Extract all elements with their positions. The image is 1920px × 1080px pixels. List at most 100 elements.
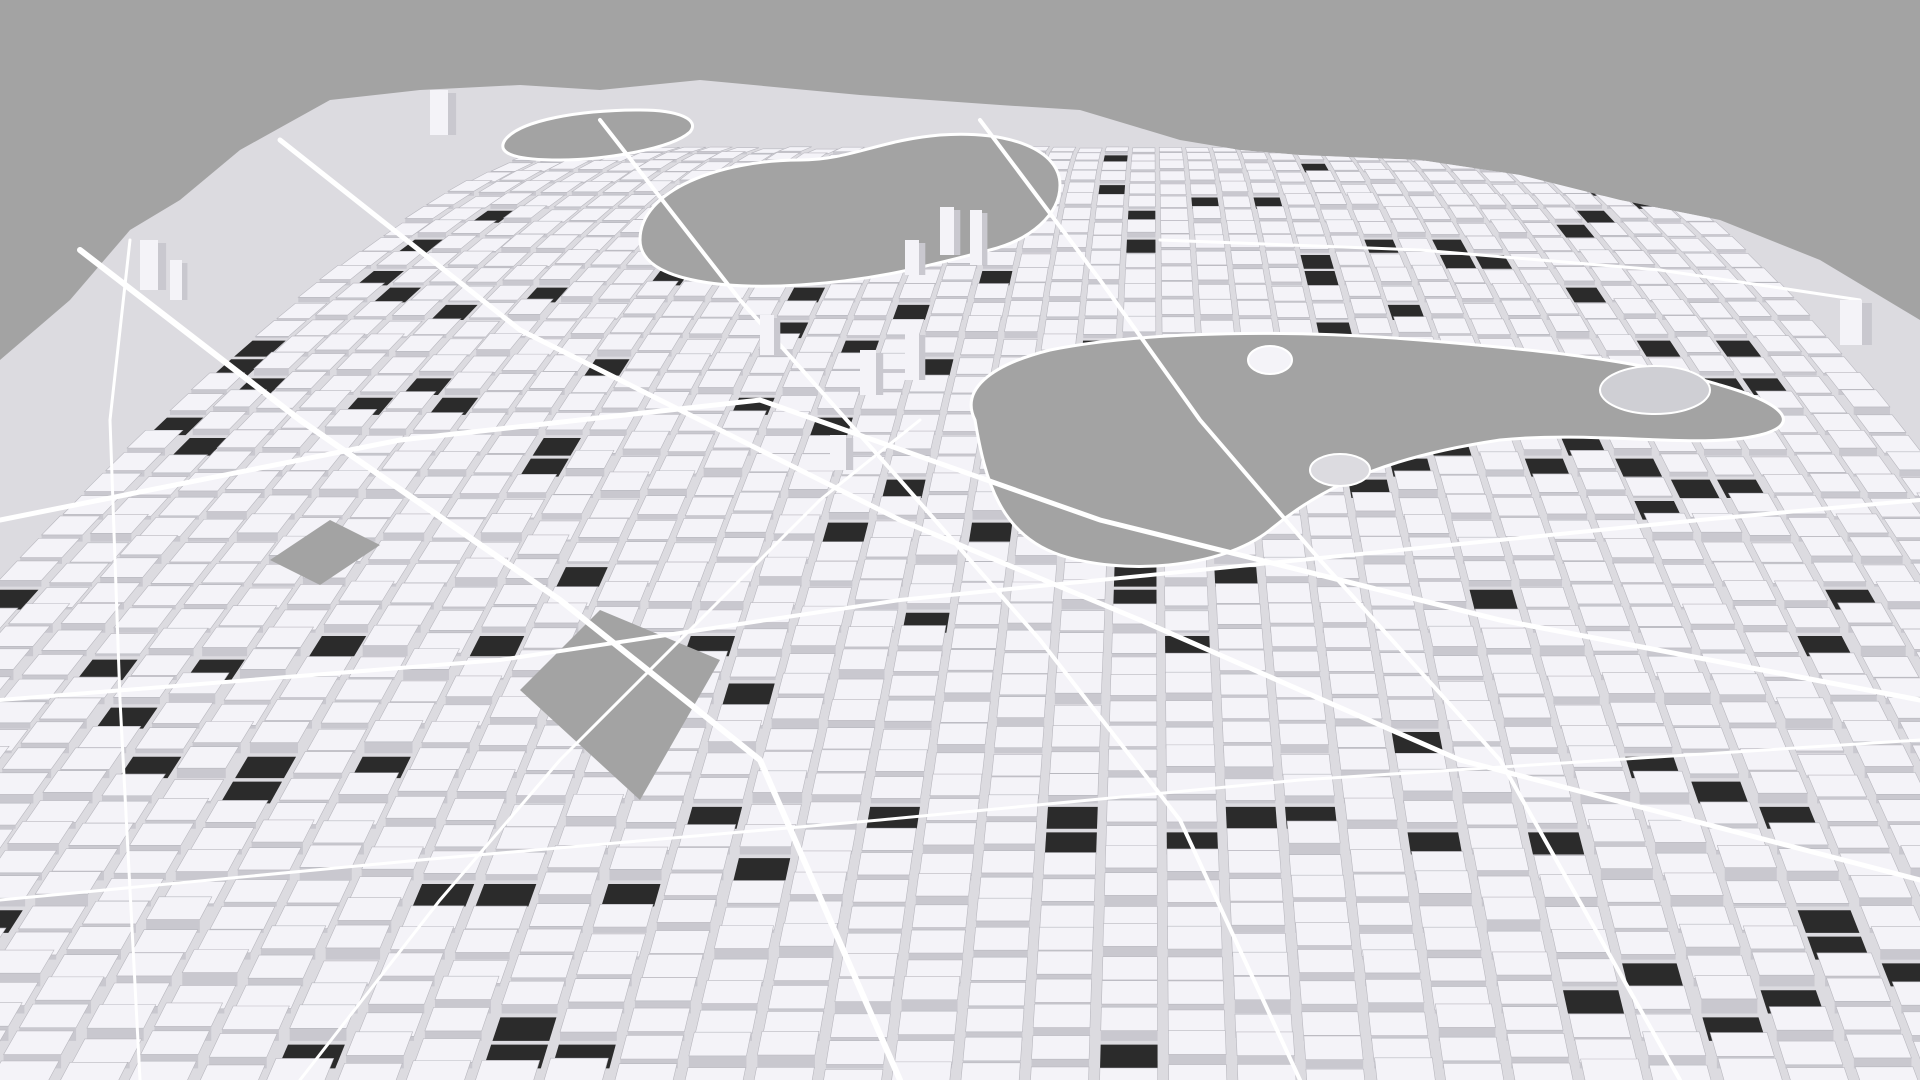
building-roof bbox=[1486, 475, 1533, 495]
building-roof bbox=[663, 872, 723, 896]
building-roof bbox=[1226, 828, 1280, 851]
building-roof bbox=[752, 770, 808, 793]
building-roof bbox=[973, 283, 1010, 299]
building-roof bbox=[1047, 773, 1099, 796]
building-roof bbox=[1158, 146, 1183, 153]
building-roof bbox=[1612, 562, 1664, 583]
building-side bbox=[1217, 168, 1243, 173]
building-roof bbox=[1586, 495, 1636, 515]
building-roof bbox=[1312, 302, 1349, 319]
building-side bbox=[1225, 800, 1276, 804]
building-side bbox=[1164, 577, 1208, 587]
building-roof bbox=[692, 777, 750, 800]
building-roof bbox=[713, 925, 774, 949]
building-roof bbox=[1004, 315, 1041, 332]
building-roof bbox=[1860, 905, 1920, 929]
building-roof bbox=[1213, 152, 1240, 161]
building-roof bbox=[941, 265, 977, 281]
building-roof bbox=[1046, 301, 1081, 318]
building-side bbox=[392, 315, 425, 321]
building-side bbox=[1757, 793, 1808, 804]
building-roof bbox=[609, 846, 669, 870]
building-side bbox=[1346, 819, 1398, 829]
building-roof bbox=[1482, 896, 1541, 921]
building-roof bbox=[528, 903, 591, 927]
building-roof bbox=[627, 1007, 691, 1032]
building-roof bbox=[1128, 182, 1156, 195]
building-roof bbox=[1807, 774, 1868, 798]
building-roof bbox=[1111, 632, 1157, 654]
building-roof bbox=[983, 821, 1037, 845]
building-roof bbox=[1358, 221, 1393, 235]
city-3d-map[interactable] bbox=[0, 0, 1920, 1080]
building-roof bbox=[1099, 170, 1127, 181]
building-roof bbox=[1849, 875, 1913, 899]
building-side bbox=[113, 627, 158, 633]
building-roof bbox=[1189, 183, 1218, 195]
building-roof bbox=[1104, 845, 1158, 869]
building-roof bbox=[1553, 704, 1608, 727]
building-side bbox=[1647, 249, 1677, 253]
building-roof bbox=[1188, 169, 1216, 181]
building-roof bbox=[773, 957, 834, 981]
building-roof bbox=[996, 696, 1047, 718]
building-roof bbox=[937, 435, 980, 455]
building-side bbox=[319, 489, 359, 498]
building-roof bbox=[1434, 455, 1479, 475]
building-roof bbox=[982, 251, 1017, 266]
building-roof bbox=[892, 430, 936, 450]
building-roof bbox=[1042, 852, 1097, 876]
building-side bbox=[1509, 747, 1558, 754]
building-roof bbox=[1328, 673, 1379, 695]
building-side bbox=[182, 972, 238, 987]
building-side bbox=[1430, 980, 1486, 987]
building-side bbox=[223, 902, 277, 907]
building-roof bbox=[1094, 206, 1124, 220]
building-roof bbox=[778, 922, 838, 947]
building-roof bbox=[1159, 170, 1186, 181]
building-roof bbox=[367, 980, 434, 1005]
building-roof bbox=[915, 873, 972, 897]
building-roof bbox=[1775, 697, 1834, 720]
building-side bbox=[1776, 1030, 1834, 1041]
building-roof bbox=[1187, 160, 1214, 170]
building-roof bbox=[1356, 902, 1413, 926]
building-roof bbox=[1293, 901, 1350, 925]
building-side bbox=[176, 768, 226, 779]
building-roof bbox=[1199, 299, 1234, 315]
building-side bbox=[1733, 903, 1787, 907]
building-side bbox=[860, 409, 897, 415]
building-roof bbox=[838, 648, 889, 670]
building-side bbox=[600, 490, 641, 498]
building-roof bbox=[1216, 603, 1263, 625]
building-roof bbox=[208, 1033, 278, 1058]
building-side bbox=[897, 1034, 955, 1041]
building-roof bbox=[928, 472, 973, 492]
building-roof bbox=[1694, 975, 1758, 1000]
building-side bbox=[846, 335, 880, 339]
building-side bbox=[1887, 601, 1920, 610]
building-roof bbox=[1069, 169, 1098, 181]
building-roof bbox=[181, 949, 250, 973]
building-side bbox=[368, 1004, 425, 1014]
building-roof bbox=[1101, 956, 1158, 981]
building-side bbox=[554, 206, 582, 209]
building-roof bbox=[1381, 285, 1419, 302]
building-side bbox=[445, 696, 493, 705]
building-roof bbox=[1123, 282, 1156, 299]
building-roof bbox=[1555, 541, 1605, 562]
building-side bbox=[1669, 472, 1709, 477]
building-roof bbox=[1340, 776, 1394, 799]
building-roof bbox=[929, 773, 983, 796]
building-roof bbox=[1498, 696, 1552, 719]
building-side bbox=[469, 317, 502, 321]
building-roof bbox=[901, 976, 961, 1001]
building-side bbox=[442, 606, 486, 610]
building-roof bbox=[1393, 470, 1439, 490]
building-side bbox=[1127, 232, 1156, 238]
building-roof bbox=[478, 723, 537, 746]
building-roof bbox=[1729, 727, 1788, 750]
building-side bbox=[1299, 249, 1330, 253]
building-roof bbox=[1032, 1003, 1092, 1028]
building-roof bbox=[784, 900, 843, 925]
